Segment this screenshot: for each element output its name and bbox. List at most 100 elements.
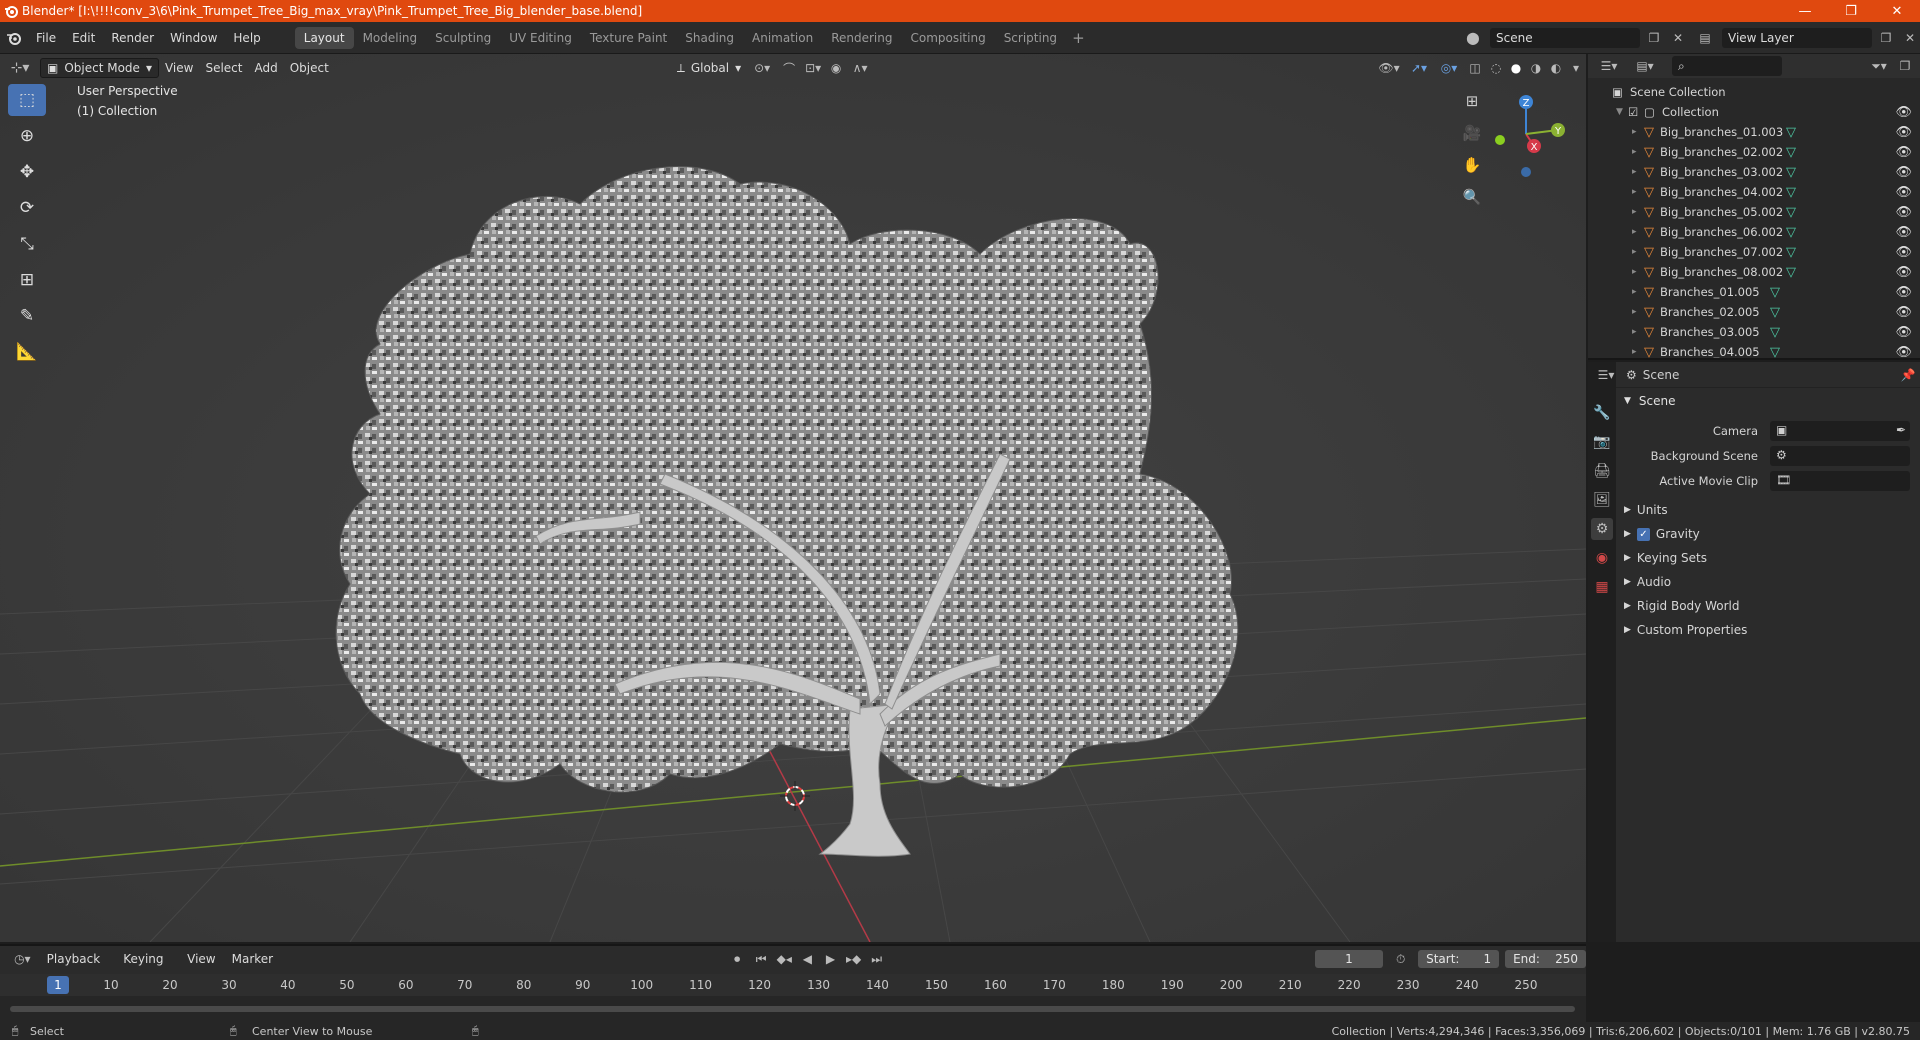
rendered-shading-icon[interactable]: ◐ [1546, 61, 1566, 75]
pin-icon[interactable]: 📌 [1896, 368, 1920, 382]
mesh-data-icon[interactable]: ▽ [1770, 345, 1780, 359]
start-frame-field[interactable]: Start: 1 [1418, 950, 1500, 968]
mode-selector[interactable]: ▣ Object Mode ▾ [40, 58, 159, 78]
playhead[interactable]: 1 [47, 976, 69, 994]
viewport-menu-add[interactable]: Add [248, 58, 283, 78]
play-reverse-icon[interactable]: ◀ [798, 952, 817, 966]
eye-icon[interactable]: 👁 [1895, 105, 1912, 120]
tab-shading[interactable]: Shading [676, 27, 743, 49]
tab-rendering[interactable]: Rendering [822, 27, 901, 49]
outliner-search-input[interactable]: ⌕ [1672, 56, 1782, 76]
expand-icon[interactable]: ▸ [1632, 307, 1644, 317]
menu-window[interactable]: Window [162, 27, 225, 49]
gizmo-icon[interactable]: ➚▾ [1404, 61, 1434, 75]
expand-icon[interactable]: ▼ [1616, 107, 1628, 117]
output-tab-icon[interactable]: 🖨 [1591, 460, 1613, 482]
outliner-item[interactable]: ▸ ▽ Branches_02.005 ▽ 👁 [1588, 302, 1920, 322]
cursor-tool-icon[interactable]: ⊕ [8, 120, 46, 152]
viewport-menu-object[interactable]: Object [284, 58, 335, 78]
expand-icon[interactable]: ▸ [1632, 147, 1644, 157]
mesh-data-icon[interactable]: ▽ [1786, 185, 1796, 200]
overlay-icon[interactable]: ◎▾ [1434, 61, 1464, 75]
expand-icon[interactable]: ▸ [1632, 207, 1644, 217]
expand-icon[interactable]: ▸ [1632, 347, 1644, 357]
tab-layout[interactable]: Layout [294, 26, 354, 49]
menu-help[interactable]: Help [225, 27, 268, 49]
transform-tool-icon[interactable]: ⊞ [8, 264, 46, 296]
tool-tab-icon[interactable]: 🔧 [1591, 402, 1613, 424]
delete-scene-icon[interactable]: ✕ [1668, 31, 1688, 45]
timeline-ruler[interactable]: 1 10 20 30 40 50 60 70 80 90 100 110 120 130 140 150 16… [0, 974, 1586, 996]
outliner-item[interactable]: ▸ ▽ Branches_03.005 ▽ 👁 [1588, 322, 1920, 342]
rotate-tool-icon[interactable]: ⟳ [8, 192, 46, 224]
gravity-checkbox[interactable]: ✓ [1636, 527, 1650, 541]
outliner-item[interactable]: ▸ ▽ Big_branches_04.002 ▽ 👁 [1588, 182, 1920, 202]
properties-editor-type-icon[interactable]: ☰▾ [1592, 368, 1620, 382]
visibility-icon[interactable]: 👁▾ [1374, 61, 1404, 75]
prev-keyframe-icon[interactable]: ◆◂ [775, 952, 794, 966]
view-layer-selector[interactable]: View Layer [1722, 28, 1872, 48]
navigation-gizmo[interactable]: Z X Y [1476, 84, 1576, 184]
outliner-editor-type-icon[interactable]: ☰▾ [1594, 59, 1624, 73]
outliner-item[interactable]: ▸ ▽ Branches_04.005 ▽ 👁 [1588, 342, 1920, 359]
active-movie-clip-field[interactable]: 🎞 [1770, 471, 1910, 491]
tab-compositing[interactable]: Compositing [901, 27, 994, 49]
new-scene-icon[interactable]: ❐ [1644, 31, 1664, 45]
blender-menu-icon[interactable] [0, 31, 28, 45]
scene-icon[interactable]: ⬤ [1460, 31, 1486, 45]
camera-field[interactable]: ▣ ✒ [1770, 421, 1910, 441]
play-icon[interactable]: ▶ [821, 952, 840, 966]
current-frame-field[interactable]: 1 [1314, 950, 1384, 968]
select-box-tool-icon[interactable]: ⬚ [8, 84, 46, 116]
mesh-data-icon[interactable]: ▽ [1786, 245, 1796, 260]
tab-modeling[interactable]: Modeling [354, 27, 427, 49]
filter-icon[interactable]: ⏷▾ [1868, 59, 1890, 74]
xray-icon[interactable]: ◫ [1464, 61, 1486, 75]
next-keyframe-icon[interactable]: ▸◆ [844, 952, 863, 966]
measure-tool-icon[interactable]: 📐 [8, 336, 46, 368]
new-view-layer-icon[interactable]: ❐ [1876, 31, 1896, 45]
transform-orientation-selector[interactable]: ⟂ Global ▾ [671, 58, 747, 78]
outliner-item[interactable]: ▸ ▽ Big_branches_01.003 ▽ 👁 [1588, 122, 1920, 142]
eye-icon[interactable]: 👁 [1895, 325, 1912, 340]
3d-viewport[interactable]: ⊹▾ ▣ Object Mode ▾ View Select Add Objec… [0, 54, 1586, 942]
end-frame-field[interactable]: End: 250 [1505, 950, 1587, 968]
timeline-menu-marker[interactable]: Marker [226, 949, 279, 969]
eye-icon[interactable]: 👁 [1895, 245, 1912, 260]
stopwatch-icon[interactable]: ⏱ [1387, 952, 1414, 967]
shading-options-icon[interactable]: ▾ [1566, 61, 1586, 75]
background-scene-field[interactable]: ⚙ [1770, 446, 1910, 466]
custom-properties-panel[interactable]: ▶ Custom Properties [1624, 623, 1747, 637]
add-workspace-button[interactable]: + [1066, 29, 1091, 47]
eye-icon[interactable]: 👁 [1895, 205, 1912, 220]
timeline-menu-view[interactable]: View [181, 949, 221, 969]
delete-view-layer-icon[interactable]: ✕ [1900, 31, 1920, 45]
eye-icon[interactable]: 👁 [1895, 305, 1912, 320]
timeline-scrollbar[interactable] [10, 1006, 1575, 1012]
audio-panel[interactable]: ▶ Audio [1624, 575, 1671, 589]
jump-start-icon[interactable]: ⏮ [752, 952, 771, 967]
mesh-data-icon[interactable]: ▽ [1770, 285, 1780, 300]
outliner-item[interactable]: ▸ ▽ Big_branches_02.002 ▽ 👁 [1588, 142, 1920, 162]
minimize-button[interactable]: — [1782, 0, 1828, 22]
mesh-data-icon[interactable]: ▽ [1786, 125, 1796, 140]
tab-scripting[interactable]: Scripting [995, 27, 1066, 49]
new-collection-icon[interactable]: ❐ [1896, 59, 1914, 73]
falloff-icon[interactable]: ∧▾ [847, 61, 873, 75]
view-layer-tab-icon[interactable]: 🖼 [1591, 489, 1613, 511]
scale-tool-icon[interactable]: ⤡ [8, 228, 46, 260]
scene-panel-header[interactable]: ▼ Scene [1624, 390, 1676, 412]
world-tab-icon[interactable]: ◉ [1591, 547, 1613, 569]
record-icon[interactable]: ⏺ [727, 952, 748, 967]
mesh-data-icon[interactable]: ▽ [1770, 305, 1780, 320]
outliner-collection[interactable]: ▼ ☑ ▢ Collection 👁 [1588, 102, 1920, 122]
eye-icon[interactable]: 👁 [1895, 265, 1912, 280]
render-tab-icon[interactable]: 📷 [1591, 431, 1613, 453]
close-button[interactable]: ✕ [1874, 0, 1920, 22]
editor-type-icon[interactable]: ⊹▾ [0, 60, 40, 76]
menu-edit[interactable]: Edit [64, 27, 103, 49]
eye-icon[interactable]: 👁 [1895, 345, 1912, 359]
expand-icon[interactable]: ▸ [1632, 227, 1644, 237]
eye-icon[interactable]: 👁 [1895, 185, 1912, 200]
move-tool-icon[interactable]: ✥ [8, 156, 46, 188]
